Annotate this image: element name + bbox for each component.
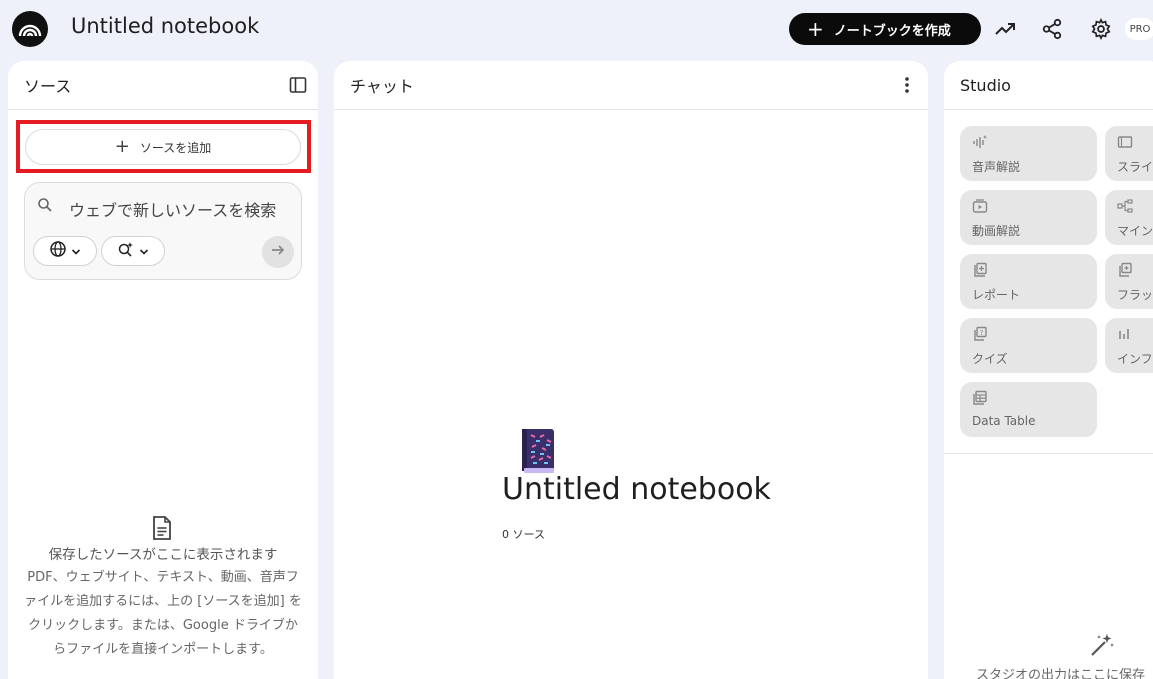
plus-icon: + (114, 136, 130, 157)
studio-panel: Studio 音声解説 スライ 動画解説 マイン レポート フラッ ? クイズ … (944, 61, 1153, 679)
tile-label: フラッ (1117, 288, 1153, 302)
sources-panel: ソース + ソースを追加 ウェブで新しいソースを検索 保存したソースがここに表示… (8, 61, 318, 679)
tile-flashcards[interactable]: フラッ (1105, 254, 1153, 309)
chat-header: チャット (334, 61, 928, 110)
analytics-icon[interactable] (993, 17, 1017, 41)
tile-label: クイズ (972, 352, 1008, 366)
search-sparkle-icon (117, 240, 135, 262)
sources-empty-description: PDF、ウェブサイト、テキスト、動画、音声ファイルを追加するには、上の [ソース… (24, 570, 302, 657)
tile-report[interactable]: レポート (960, 254, 1097, 309)
web-search-input[interactable]: ウェブで新しいソースを検索 (69, 197, 276, 221)
flashcard-icon (1117, 262, 1133, 278)
chat-title: チャット (350, 77, 414, 96)
notebook-title[interactable]: Untitled notebook (71, 14, 259, 38)
create-notebook-button[interactable]: + ノートブックを作成 (789, 13, 981, 45)
tile-data-table[interactable]: Data Table (960, 382, 1097, 437)
chevron-down-icon (71, 242, 81, 261)
notebooklm-logo-icon[interactable] (12, 11, 48, 47)
more-vert-icon[interactable] (904, 75, 910, 95)
notebook-emoji-icon (520, 428, 556, 474)
share-icon[interactable] (1040, 17, 1064, 41)
studio-header: Studio (944, 61, 1153, 110)
globe-icon (49, 240, 67, 262)
add-source-label: ソースを追加 (139, 140, 212, 155)
divider (944, 453, 1153, 454)
sources-header: ソース (8, 61, 318, 110)
tile-label: 動画解説 (972, 224, 1021, 238)
chat-panel: チャット Untitled notebook 0 ソース (334, 61, 928, 679)
slides-icon (1117, 134, 1133, 150)
tile-mindmap[interactable]: マイン (1105, 190, 1153, 245)
tile-infographic[interactable]: インフ (1105, 318, 1153, 373)
video-icon (972, 198, 988, 214)
mindmap-icon (1117, 198, 1133, 214)
tile-audio-overview[interactable]: 音声解説 (960, 126, 1097, 181)
sources-title: ソース (24, 77, 72, 96)
tile-label: インフ (1117, 352, 1153, 366)
tile-label: マイン (1117, 224, 1153, 238)
infographic-icon (1117, 326, 1133, 342)
sources-empty-title: 保存したソースがここに表示されます (48, 547, 278, 563)
web-source-dropdown[interactable] (33, 236, 97, 266)
tile-slides[interactable]: スライ (1105, 126, 1153, 181)
quiz-icon: ? (972, 326, 988, 342)
arrow-right-icon (270, 242, 286, 262)
studio-empty-text: スタジオの出力はここに保存 (976, 668, 1146, 679)
source-count: 0 ソース (502, 528, 545, 541)
tile-quiz[interactable]: ? クイズ (960, 318, 1097, 373)
magic-wand-icon (1089, 633, 1115, 657)
collapse-panel-icon[interactable] (288, 75, 308, 95)
web-search-box: ウェブで新しいソースを検索 (24, 182, 302, 280)
tile-video-overview[interactable]: 動画解説 (960, 190, 1097, 245)
plus-icon: + (807, 17, 824, 41)
tile-label: レポート (972, 288, 1021, 302)
settings-gear-icon[interactable] (1089, 17, 1113, 41)
document-icon (152, 516, 172, 540)
table-icon (972, 390, 988, 406)
svg-text:?: ? (980, 329, 984, 337)
audio-icon (972, 134, 988, 150)
report-icon (972, 262, 988, 278)
submit-search-button[interactable] (262, 236, 294, 268)
add-source-button[interactable]: + ソースを追加 (25, 129, 301, 165)
search-icon (37, 197, 53, 213)
create-notebook-label: ノートブックを作成 (833, 23, 951, 39)
chevron-down-icon (139, 242, 149, 261)
pro-badge: PRO (1125, 18, 1153, 40)
app-header: Untitled notebook + ノートブックを作成 PRO (0, 0, 1153, 58)
tile-label: スライ (1117, 160, 1153, 174)
tile-label: Data Table (972, 414, 1036, 428)
research-mode-dropdown[interactable] (101, 236, 165, 266)
studio-title: Studio (960, 75, 1011, 95)
tile-label: 音声解説 (972, 160, 1021, 174)
notebook-heading: Untitled notebook (502, 472, 771, 507)
